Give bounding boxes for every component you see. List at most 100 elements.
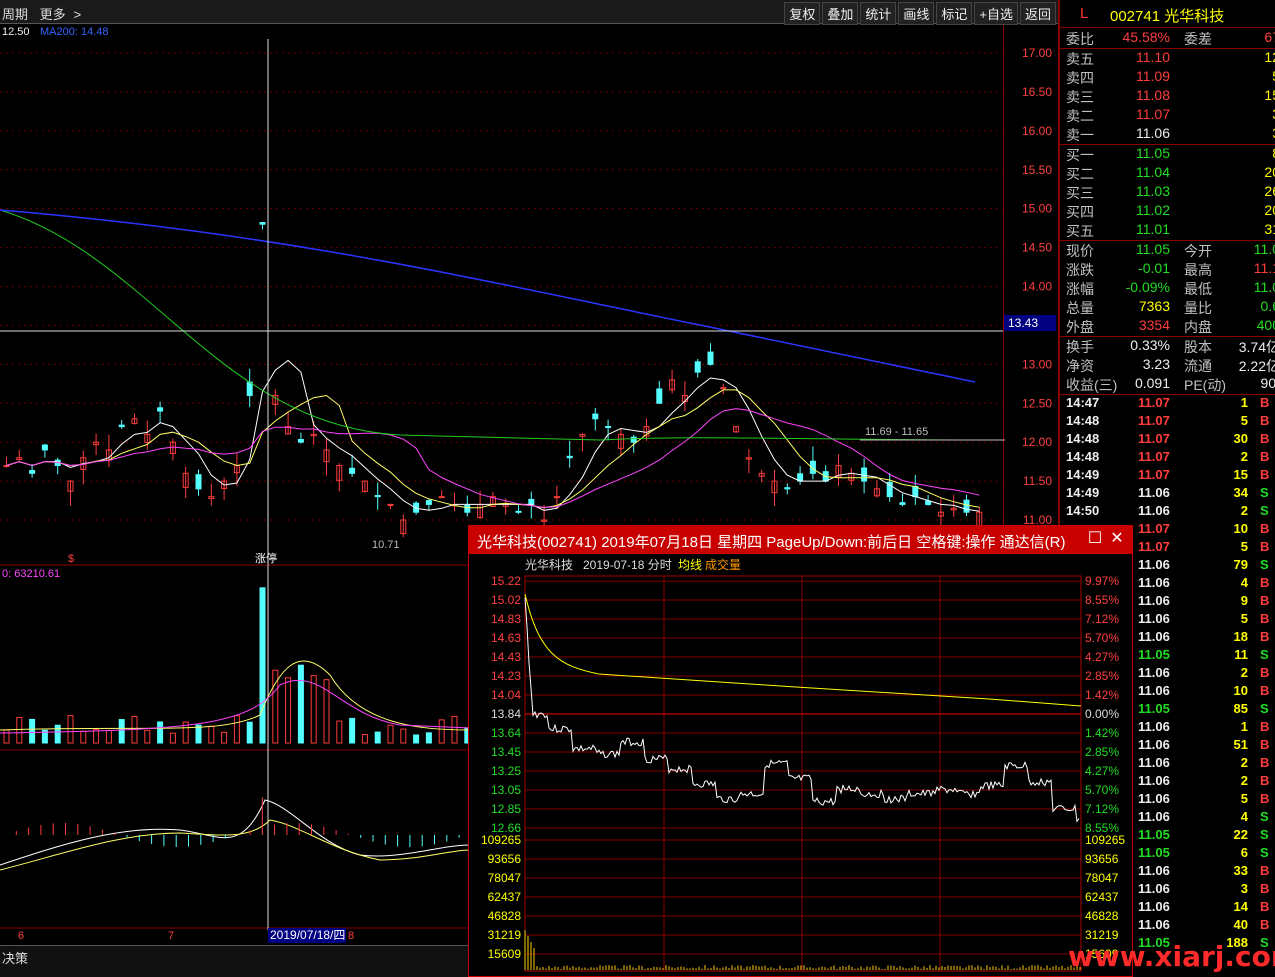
weicha-label: 委差: [1184, 31, 1212, 47]
stat-value: -0.01: [1138, 260, 1170, 276]
volume-bar: [246, 721, 253, 744]
candle: [195, 474, 202, 490]
price-tick-label: 14.63: [491, 631, 521, 645]
toolbar-button[interactable]: 复权: [784, 2, 821, 25]
popup-title: 光华科技(002741) 2019年07月18日 星期四 PageUp/Down…: [477, 534, 1066, 551]
tick-volume: 11: [1234, 647, 1248, 662]
stat-label: 股本: [1184, 339, 1212, 355]
maximize-icon[interactable]: ☐: [1086, 530, 1104, 548]
toolbar-button[interactable]: 返回: [1019, 2, 1056, 25]
stat-label: 最高: [1184, 262, 1212, 278]
volume-tick-label: 15609: [488, 947, 522, 961]
toolbar-button[interactable]: 标记: [936, 2, 973, 25]
tick-row: 14:50 11.06 2 S: [1060, 503, 1275, 521]
tick-price: 11.06: [1138, 629, 1170, 644]
candle: [707, 351, 714, 365]
stat-label: 量比: [1184, 300, 1212, 316]
tick-side: B: [1260, 467, 1270, 482]
toolbar-button[interactable]: 叠加: [822, 2, 859, 25]
tick-side: B: [1260, 593, 1270, 608]
tick-time: 14:47: [1066, 395, 1100, 410]
legend-stock-name: 光华科技: [525, 558, 573, 572]
volume-ma-line: [0, 660, 471, 731]
tick-volume: 2: [1240, 755, 1248, 770]
order-label: 买一: [1066, 147, 1094, 163]
volume-tick-label: 93656: [1085, 852, 1119, 866]
tick-side: B: [1260, 449, 1270, 464]
ma10-line: [6, 389, 980, 509]
intraday-chart[interactable]: 光华科技 2019-07-18 分时 均线 成交量 15.22 15.02 14.83 14.…: [469, 554, 1132, 976]
tick-side: S: [1260, 845, 1269, 860]
watermark: www.xiarj.com: [1068, 940, 1275, 973]
candle: [387, 503, 394, 506]
price-tick-label: 14.83: [491, 612, 521, 626]
percent-tick-label: 4.27%: [1085, 650, 1119, 664]
chevron-right-icon: >: [73, 7, 82, 22]
tick-price: 11.06: [1138, 611, 1170, 626]
candle: [784, 487, 791, 490]
date-axis-label: 7: [168, 930, 174, 942]
period-button[interactable]: 周期: [2, 7, 28, 22]
candle: [912, 485, 919, 498]
tick-volume: 33: [1233, 863, 1248, 878]
macd-dea-line: [0, 819, 471, 871]
intraday-popup[interactable]: 光华科技(002741) 2019年07月18日 星期四 PageUp/Down…: [468, 525, 1133, 977]
quote-header: L 002741 光华科技: [1060, 0, 1275, 28]
candle: [374, 494, 381, 498]
tick-volume: 9: [1240, 593, 1248, 608]
volume-tick-label: 109265: [1085, 833, 1125, 847]
price-tick-label: 13.00: [1022, 357, 1052, 371]
more-button[interactable]: 更多 >: [40, 7, 90, 22]
crosshair-date-label: 2019/07/18/四: [270, 928, 345, 942]
order-volume: 5: [1230, 68, 1275, 84]
tick-price: 11.06: [1138, 917, 1170, 932]
stock-code-name: 002741 光华科技: [1110, 8, 1225, 25]
order-label: 卖一: [1066, 127, 1094, 143]
low-price-label: 10.71: [372, 539, 400, 551]
tick-side: B: [1260, 737, 1270, 752]
tab-decision[interactable]: 决策: [2, 948, 28, 967]
stat-row: 涨跌 -0.01 最高 11.1: [1060, 260, 1275, 279]
price-tick-label: 15.50: [1022, 163, 1052, 177]
stat-label: 今开: [1184, 243, 1212, 259]
stat-label: 流通: [1184, 358, 1212, 374]
price-tick-label: 13.25: [491, 764, 521, 778]
close-icon[interactable]: ✕: [1108, 530, 1126, 548]
popup-titlebar[interactable]: 光华科技(002741) 2019年07月18日 星期四 PageUp/Down…: [469, 526, 1132, 554]
tick-volume: 3: [1240, 881, 1248, 896]
tick-price: 11.06: [1138, 863, 1170, 878]
tick-price: 11.07: [1138, 521, 1170, 536]
candle: [592, 413, 599, 420]
price-tick-label: 12.00: [1022, 435, 1052, 449]
price-tick-label: 12.85: [491, 802, 521, 816]
date-axis-label: 8: [348, 930, 354, 942]
volume-bar: [144, 729, 151, 744]
tick-side: S: [1260, 557, 1269, 572]
price-tick-label: 15.00: [1022, 202, 1052, 216]
tick-volume: 30: [1233, 431, 1248, 446]
order-label: 买三: [1066, 185, 1094, 201]
tick-volume: 10: [1233, 521, 1248, 536]
limit-up-marker: 涨停: [255, 551, 277, 565]
tick-volume: 4: [1240, 575, 1248, 590]
volume-bar: [157, 721, 164, 744]
percent-tick-label: 1.42%: [1085, 726, 1119, 740]
toolbar-button[interactable]: 画线: [898, 2, 935, 25]
toolbar-button[interactable]: 统计: [860, 2, 897, 25]
volume-bar: [259, 587, 266, 744]
candle: [464, 504, 471, 513]
toolbar-button[interactable]: +自选: [974, 2, 1018, 25]
stat-label: 换手: [1066, 339, 1094, 355]
tick-side: B: [1260, 521, 1270, 536]
tick-side: S: [1260, 485, 1269, 500]
volume-bar: [54, 724, 61, 744]
percent-tick-label: 1.42%: [1085, 688, 1119, 702]
order-price: 11.01: [1136, 221, 1170, 237]
stat-value: 3.23: [1142, 356, 1170, 372]
tick-price: 11.06: [1138, 773, 1170, 788]
candle: [605, 426, 612, 429]
candle: [566, 455, 573, 459]
market-flag: L: [1080, 5, 1089, 22]
ma-prefix-label: 12.50: [2, 26, 30, 38]
tick-price: 11.05: [1138, 845, 1170, 860]
